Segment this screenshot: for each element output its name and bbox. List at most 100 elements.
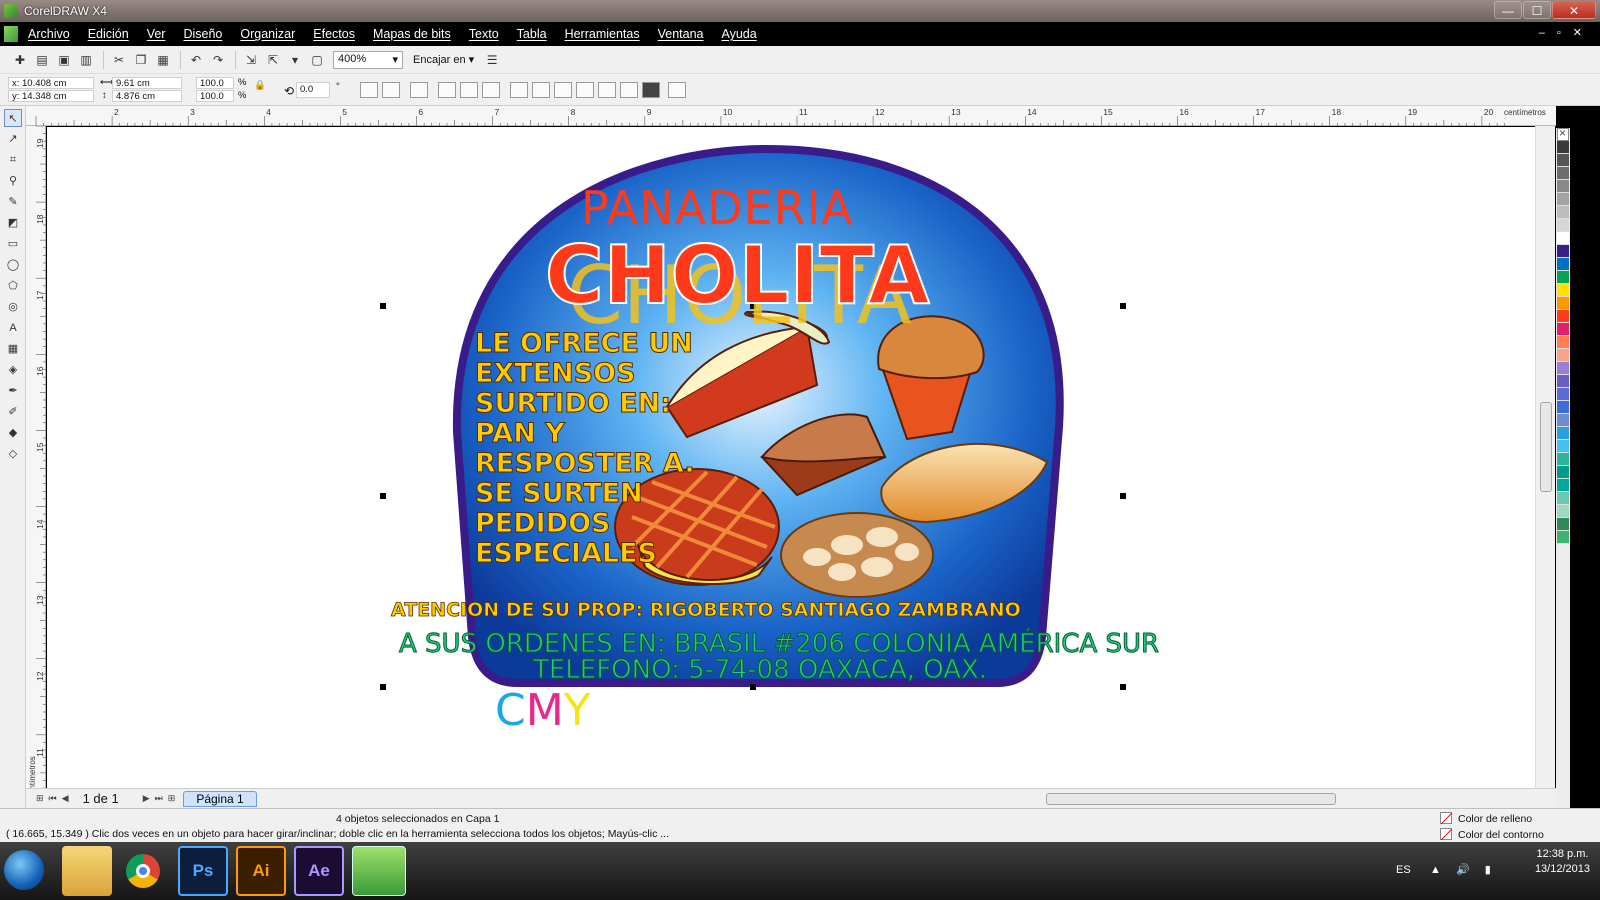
crop-tool-icon[interactable]: ⌗: [4, 151, 22, 169]
menu-mapas-de-bits[interactable]: Mapas de bits: [373, 27, 451, 41]
trim-icon[interactable]: [532, 82, 550, 98]
palette-swatch[interactable]: [1557, 427, 1569, 440]
copy-icon[interactable]: ❐: [131, 50, 151, 70]
palette-swatch[interactable]: [1557, 414, 1569, 427]
ungroup-all-icon[interactable]: [482, 82, 500, 98]
export-icon[interactable]: ⇱: [263, 50, 283, 70]
table-tool-icon[interactable]: ▦: [4, 340, 22, 358]
weld-icon[interactable]: [510, 82, 528, 98]
menu-tabla[interactable]: Tabla: [517, 27, 547, 41]
palette-swatch[interactable]: [1557, 245, 1569, 258]
palette-swatch[interactable]: [1557, 258, 1569, 271]
palette-swatch[interactable]: [1557, 219, 1569, 232]
cmy-label[interactable]: CMY: [495, 685, 591, 736]
photoshop-icon[interactable]: Ps: [178, 846, 228, 896]
cut-icon[interactable]: ✂: [109, 50, 129, 70]
horizontal-scrollbar[interactable]: [826, 793, 1566, 805]
print-icon[interactable]: ▥: [76, 50, 96, 70]
polygon-tool-icon[interactable]: ⬠: [4, 277, 22, 295]
shape-tool-icon[interactable]: ↗: [4, 130, 22, 148]
vertical-scrollbar[interactable]: [1535, 126, 1555, 800]
illustrator-icon[interactable]: Ai: [236, 846, 286, 896]
save-icon[interactable]: ▣: [54, 50, 74, 70]
coreldraw-taskbar-icon[interactable]: [352, 846, 406, 896]
tab-pagina-1[interactable]: Página 1: [183, 790, 257, 807]
ellipse-tool-icon[interactable]: ◯: [4, 256, 22, 274]
paste-icon[interactable]: ▦: [153, 50, 173, 70]
palette-swatch[interactable]: [1557, 518, 1569, 531]
lock-ratio-icon[interactable]: 🔒: [254, 80, 266, 91]
cholita-heading[interactable]: CHOLITA: [544, 228, 931, 323]
outline-tool-icon[interactable]: ✐: [4, 403, 22, 421]
outline-color-indicator[interactable]: Color del contorno: [1440, 828, 1544, 841]
redo-icon[interactable]: ↷: [208, 50, 228, 70]
minimize-button[interactable]: —: [1494, 1, 1522, 19]
menu-organizar[interactable]: Organizar: [240, 27, 295, 41]
palette-swatch[interactable]: [1557, 180, 1569, 193]
attention-line[interactable]: ATENCION DE SU PROP: RIGOBERTO SANTIAGO …: [391, 599, 1022, 622]
palette-swatch[interactable]: [1557, 505, 1569, 518]
palette-swatch[interactable]: [1557, 492, 1569, 505]
palette-swatch[interactable]: [1557, 453, 1569, 466]
intersect-icon[interactable]: [554, 82, 572, 98]
y-position-field[interactable]: y: 14.348 cm: [8, 90, 94, 102]
front-minus-back-icon[interactable]: [598, 82, 616, 98]
zoom-level-select[interactable]: 400% ▾: [333, 50, 403, 69]
menu-archivo[interactable]: Archivo: [28, 27, 70, 41]
text-tool-icon[interactable]: A: [4, 319, 22, 337]
menu-edicion[interactable]: Edición: [88, 27, 129, 41]
pick-tool-icon[interactable]: ↖: [4, 109, 22, 127]
options-icon[interactable]: ☰: [482, 50, 502, 70]
import-icon[interactable]: ⇲: [241, 50, 261, 70]
start-button[interactable]: [4, 850, 44, 890]
drawing-canvas[interactable]: PANADERIA CHOLITA CHOLITA LE OFRECE UN E…: [47, 127, 1535, 799]
align-distribute-icon[interactable]: [668, 82, 686, 98]
palette-swatch[interactable]: [1557, 167, 1569, 180]
new-document-icon[interactable]: ✚: [10, 50, 30, 70]
palette-swatch[interactable]: [1557, 193, 1569, 206]
menu-ver[interactable]: Ver: [147, 27, 166, 41]
interactive-fill-tool-icon[interactable]: ◇: [4, 445, 22, 463]
undo-icon[interactable]: ↶: [186, 50, 206, 70]
clock[interactable]: 12:38 p.m. 13/12/2013: [1535, 848, 1590, 875]
no-color-swatch[interactable]: [1557, 126, 1569, 141]
palette-swatch[interactable]: [1557, 141, 1569, 154]
palette-swatch[interactable]: [1557, 206, 1569, 219]
mirror-horizontal-icon[interactable]: [360, 82, 378, 98]
palette-swatch[interactable]: [1557, 271, 1569, 284]
palette-swatch[interactable]: [1557, 310, 1569, 323]
welcome-screen-icon[interactable]: ▢: [307, 50, 327, 70]
x-position-field[interactable]: x: 10.408 cm: [8, 77, 94, 89]
phone-line[interactable]: TELEFONO: 5-74-08 OAXACA, OAX.: [532, 655, 987, 686]
zoom-tool-icon[interactable]: ⚲: [4, 172, 22, 190]
horizontal-scroll-thumb[interactable]: [1046, 793, 1336, 805]
palette-swatch[interactable]: [1557, 401, 1569, 414]
close-button[interactable]: ✕: [1552, 1, 1596, 19]
vertical-scroll-thumb[interactable]: [1540, 402, 1552, 492]
ungroup-icon[interactable]: [460, 82, 478, 98]
palette-swatch[interactable]: [1557, 440, 1569, 453]
palette-swatch[interactable]: [1557, 232, 1569, 245]
palette-swatch[interactable]: [1557, 297, 1569, 310]
page-nav-buttons[interactable]: ⊞ ⏮ ◀: [36, 793, 69, 804]
vertical-ruler[interactable]: 19 18 17 16 15 14 13 12 11 centímetros: [26, 126, 46, 800]
simplify-icon[interactable]: [576, 82, 594, 98]
palette-swatch[interactable]: [1557, 531, 1569, 544]
mirror-vertical-icon[interactable]: [382, 82, 400, 98]
scale-y-field[interactable]: 100.0: [196, 90, 234, 102]
menu-ventana[interactable]: Ventana: [658, 27, 704, 41]
open-folder-icon[interactable]: ▤: [32, 50, 52, 70]
fill-tool-icon[interactable]: ◆: [4, 424, 22, 442]
palette-swatch[interactable]: [1557, 349, 1569, 362]
create-boundary-icon[interactable]: [642, 82, 660, 98]
freehand-tool-icon[interactable]: ✎: [4, 193, 22, 211]
palette-swatch[interactable]: [1557, 284, 1569, 297]
height-field[interactable]: 4.876 cm: [112, 90, 182, 102]
menu-herramientas[interactable]: Herramientas: [565, 27, 640, 41]
chrome-icon[interactable]: [118, 846, 168, 896]
menu-diseno[interactable]: Diseño: [183, 27, 222, 41]
application-launcher-icon[interactable]: ▾: [285, 50, 305, 70]
back-minus-front-icon[interactable]: [620, 82, 638, 98]
palette-swatch[interactable]: [1557, 336, 1569, 349]
offer-text-block[interactable]: LE OFRECE UN EXTENSOS SURTIDO EN: PAN Y …: [475, 328, 696, 569]
